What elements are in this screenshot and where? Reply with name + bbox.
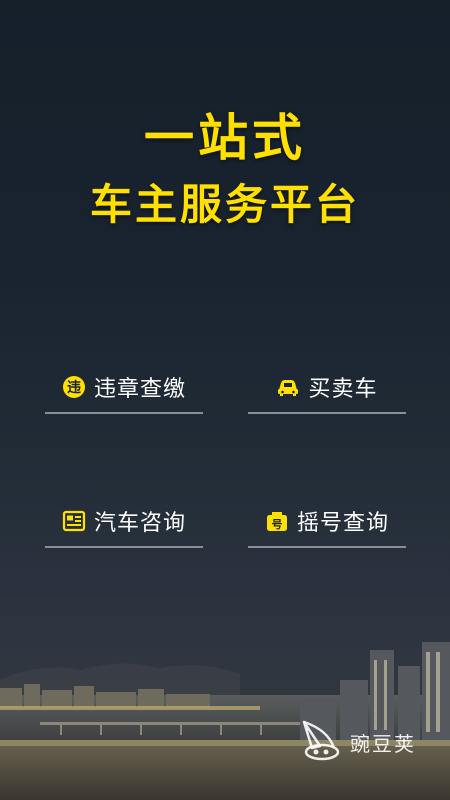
svg-text:号: 号 — [271, 518, 282, 531]
violation-badge-icon: 违 — [62, 375, 86, 399]
splash-screen: 一站式 车主服务平台 违 违章查缴 买卖车 汽车咨询 号 摇号查询 豌豆荚 — [0, 0, 450, 800]
license-plate-icon: 号 — [265, 509, 289, 533]
feature-buy-sell-car[interactable]: 买卖车 — [248, 366, 406, 414]
feature-violation-query[interactable]: 违 违章查缴 — [45, 366, 203, 414]
svg-text:违: 违 — [67, 379, 81, 396]
feature-label: 买卖车 — [308, 377, 378, 402]
wandoujia-logo-icon — [298, 718, 344, 766]
feature-label: 汽车咨询 — [93, 511, 186, 536]
headline-subtitle: 车主服务平台 — [89, 180, 360, 229]
car-icon — [276, 375, 300, 399]
news-icon — [62, 509, 86, 533]
headline-title: 一站式 — [144, 109, 306, 167]
feature-car-news[interactable]: 汽车咨询 — [45, 500, 203, 548]
wandoujia-watermark: 豌豆荚 — [298, 718, 416, 766]
feature-label: 违章查缴 — [93, 377, 186, 402]
watermark-text: 豌豆荚 — [350, 731, 416, 756]
feature-label: 摇号查询 — [296, 511, 389, 536]
feature-plate-lottery[interactable]: 号 摇号查询 — [248, 500, 406, 548]
